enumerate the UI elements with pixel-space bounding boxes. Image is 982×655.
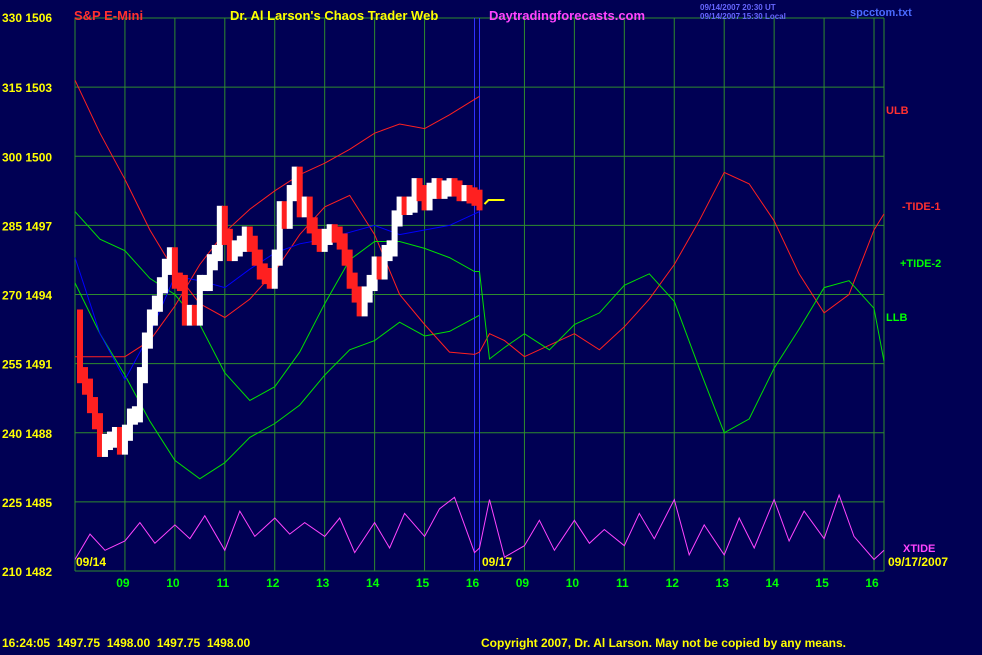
- site-link[interactable]: Daytradingforecasts.com: [489, 8, 645, 23]
- label-tide1: -TIDE-1: [902, 201, 941, 213]
- timestamp-ut: 09/14/2007 20:30 UT: [700, 3, 776, 12]
- price-bar: [476, 189, 483, 211]
- quote-line: 16:24:05 1497.75 1498.00 1497.75 1498.00: [2, 636, 251, 650]
- y-tick-label: 315 1503: [2, 81, 52, 95]
- y-tick-label: 255 1491: [2, 358, 52, 372]
- label-tide2: +TIDE-2: [900, 258, 941, 270]
- label-xtide: XTIDE: [903, 543, 935, 555]
- y-tick-label: 225 1485: [2, 496, 52, 510]
- x-tick-label: 12: [266, 576, 280, 590]
- x-tick-label: 14: [765, 576, 779, 590]
- x-tick-label: 15: [416, 576, 430, 590]
- x-tick-label: 16: [466, 576, 480, 590]
- x-tick-label: 13: [316, 576, 330, 590]
- source-file: spcctom.txt: [850, 7, 912, 19]
- date-mid: 09/17: [482, 555, 512, 569]
- y-tick-label: 270 1494: [2, 289, 52, 303]
- x-tick-label: 13: [716, 576, 730, 590]
- date-end: 09/17/2007: [888, 555, 948, 569]
- timestamp-local: 09/14/2007 15:30 Local: [700, 12, 786, 21]
- x-tick-label: 11: [616, 576, 629, 590]
- x-tick-label: 11: [216, 576, 229, 590]
- symbol-label: S&P E-Mini: [74, 8, 143, 23]
- y-tick-label: 300 1500: [2, 150, 52, 164]
- date-start: 09/14: [76, 555, 106, 569]
- x-tick-label: 09: [116, 576, 130, 590]
- x-tick-label: 14: [366, 576, 380, 590]
- x-tick-label: 15: [815, 576, 829, 590]
- chart-window: 330 1506 315 1503 300 1500 285 1497 270 1494…: [0, 0, 982, 650]
- x-tick-label: 09: [516, 576, 530, 590]
- copyright: Copyright 2007, Dr. Al Larson. May not b…: [481, 636, 846, 650]
- label-llb: LLB: [886, 312, 907, 324]
- y-tick-label: 330 1506: [2, 11, 52, 25]
- chart-title: Dr. Al Larson's Chaos Trader Web: [230, 8, 438, 23]
- x-tick-label: 12: [666, 576, 680, 590]
- y-tick-label: 285 1497: [2, 219, 52, 233]
- label-ulb: ULB: [886, 105, 909, 117]
- y-tick-label: 240 1488: [2, 427, 52, 441]
- y-tick-label: 210 1482: [2, 565, 52, 579]
- chaos-trader-chart: 330 1506 315 1503 300 1500 285 1497 270 1494…: [0, 0, 982, 650]
- x-tick-label: 16: [865, 576, 879, 590]
- x-tick-label: 10: [166, 576, 180, 590]
- x-tick-label: 10: [566, 576, 580, 590]
